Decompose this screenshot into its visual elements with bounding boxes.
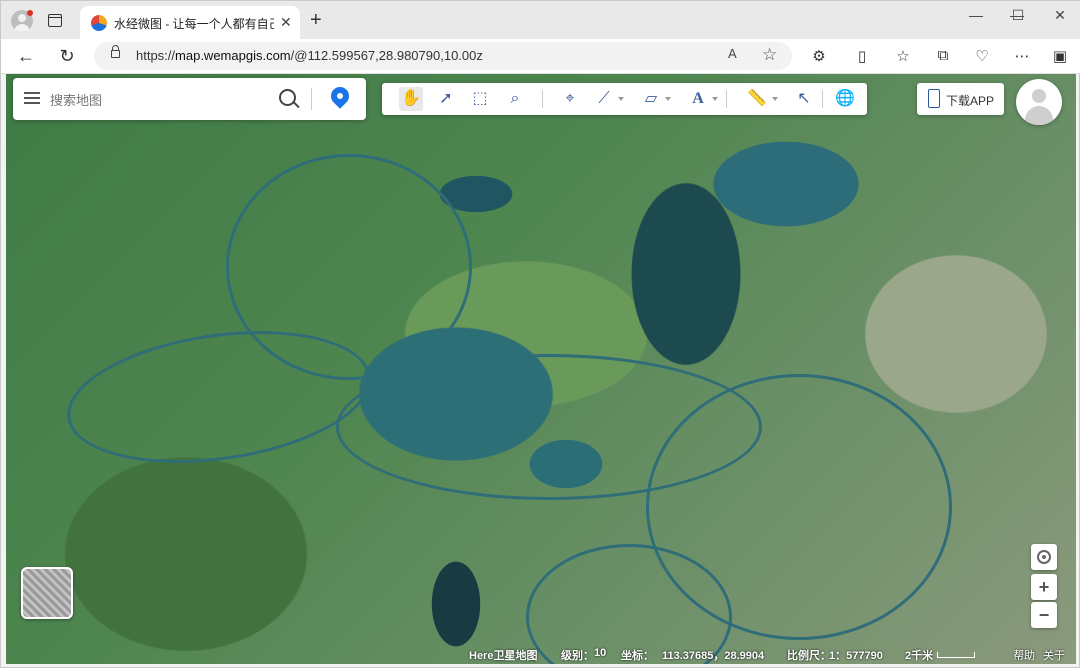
browser-essentials-icon[interactable]: ♡ bbox=[972, 47, 992, 65]
location-pin-icon[interactable] bbox=[327, 83, 353, 109]
extensions-icon[interactable]: ⚙ bbox=[809, 47, 829, 65]
globe-icon[interactable]: 🌐 bbox=[833, 87, 857, 111]
url-text[interactable]: https://map.wemapgis.com/@112.599567,28.… bbox=[136, 48, 483, 63]
tab-active[interactable]: 水经微图 - 让每一个人都有自己的 ✕ bbox=[80, 6, 300, 39]
identify-pointer-icon[interactable]: ↖ bbox=[792, 87, 816, 111]
minimize-window-button[interactable]: — bbox=[956, 7, 996, 23]
toolbar-divider bbox=[822, 90, 823, 108]
box-select-icon[interactable]: ⬚ bbox=[468, 87, 492, 111]
user-avatar[interactable] bbox=[1016, 79, 1062, 125]
locate-button[interactable] bbox=[1031, 544, 1057, 570]
site-favicon-icon bbox=[91, 15, 107, 31]
help-link[interactable]: 帮助 bbox=[1013, 647, 1035, 663]
url-host: map.wemapgis.com bbox=[175, 48, 291, 63]
menu-icon[interactable] bbox=[24, 92, 40, 104]
reload-button[interactable]: ↻ bbox=[56, 45, 78, 67]
url-path: /@112.599567,28.980790,10.00z bbox=[290, 48, 483, 63]
favorite-star-icon[interactable]: ☆ bbox=[762, 45, 777, 65]
tab-bar: 水经微图 - 让每一个人都有自己的 ✕ + — bbox=[1, 1, 1080, 39]
download-app-label: 下载APP bbox=[946, 94, 995, 108]
read-aloud-icon[interactable]: A bbox=[728, 46, 737, 61]
zoom-level-value: 10 bbox=[594, 647, 607, 659]
scale-value: 1：577790 bbox=[829, 650, 883, 662]
search-input[interactable] bbox=[48, 89, 272, 111]
select-arrow-icon[interactable]: ➚ bbox=[434, 87, 458, 111]
new-tab-button[interactable]: + bbox=[310, 10, 322, 30]
search-icon[interactable] bbox=[279, 89, 296, 106]
tab-title: 水经微图 - 让每一个人都有自己的 bbox=[114, 17, 274, 31]
address-toolbar: ← ↻ https://map.wemapgis.com/@112.599567… bbox=[1, 39, 1080, 74]
tab-close-button[interactable]: ✕ bbox=[280, 14, 292, 31]
search-divider bbox=[311, 88, 312, 110]
zoom-in-button[interactable]: + bbox=[1031, 574, 1057, 600]
zoom-out-button[interactable]: − bbox=[1031, 602, 1057, 628]
marker-icon[interactable]: ⌖ bbox=[558, 87, 582, 111]
ruler-dropdown-icon[interactable] bbox=[772, 97, 778, 101]
pan-hand-icon[interactable]: ✋ bbox=[399, 87, 423, 111]
river-shape bbox=[226, 154, 472, 380]
tab-actions-icon[interactable] bbox=[48, 14, 62, 27]
notification-dot bbox=[27, 10, 33, 16]
zoom-level-label: 级别： bbox=[561, 650, 594, 662]
coordinate-value: 113.37685，28.9904 bbox=[662, 650, 765, 662]
text-dropdown-icon[interactable] bbox=[712, 97, 718, 101]
split-screen-icon[interactable]: ▯ bbox=[852, 47, 872, 65]
zoom-box-icon[interactable]: ⌕ bbox=[503, 87, 527, 111]
favorites-icon[interactable]: ☆ bbox=[893, 47, 913, 65]
more-menu-icon[interactable]: ⋯ bbox=[1012, 47, 1032, 65]
toolbar-divider bbox=[726, 90, 727, 108]
coordinate-label: 坐标： bbox=[621, 650, 654, 662]
scale-label: 比例尺： bbox=[787, 650, 831, 662]
browser-window: 水经微图 - 让每一个人都有自己的 ✕ + — — ☐ ✕ ← ↻ https:… bbox=[0, 0, 1080, 668]
download-app-button[interactable]: 下载APP bbox=[917, 83, 1004, 115]
satellite-map[interactable] bbox=[6, 74, 1076, 664]
maximize-window-button[interactable]: ☐ bbox=[998, 7, 1038, 24]
text-tool-icon[interactable]: A bbox=[686, 87, 710, 111]
toolbar-divider bbox=[542, 90, 543, 108]
close-window-button[interactable]: ✕ bbox=[1040, 7, 1080, 24]
url-prefix: https:// bbox=[136, 48, 176, 63]
about-link[interactable]: 关于 bbox=[1043, 647, 1065, 663]
polygon-dropdown-icon[interactable] bbox=[665, 97, 671, 101]
search-box bbox=[13, 78, 366, 120]
polyline-icon[interactable]: ⟋ bbox=[592, 87, 616, 111]
ruler-icon[interactable]: 📏 bbox=[745, 87, 769, 111]
back-button[interactable]: ← bbox=[15, 45, 37, 67]
sidebar-icon[interactable]: ▣ bbox=[1050, 47, 1070, 65]
scale-bar-label: 2千米 bbox=[905, 650, 934, 662]
phone-icon bbox=[928, 89, 940, 108]
basemap-source: Here卫星地图 bbox=[469, 650, 538, 662]
polyline-dropdown-icon[interactable] bbox=[618, 97, 624, 101]
layer-switch-button[interactable] bbox=[21, 567, 73, 619]
polygon-icon[interactable]: ▱ bbox=[639, 87, 663, 111]
locate-icon bbox=[1037, 550, 1051, 564]
collections-icon[interactable]: ⧉ bbox=[933, 47, 953, 64]
map-toolbar: ✋ ➚ ⬚ ⌕ ⌖ ⟋ ▱ A 📏 ↖ 🌐 bbox=[382, 83, 867, 115]
address-bar[interactable]: https://map.wemapgis.com/@112.599567,28.… bbox=[94, 42, 792, 70]
scale-bar bbox=[937, 652, 975, 658]
lock-icon[interactable] bbox=[111, 45, 120, 58]
